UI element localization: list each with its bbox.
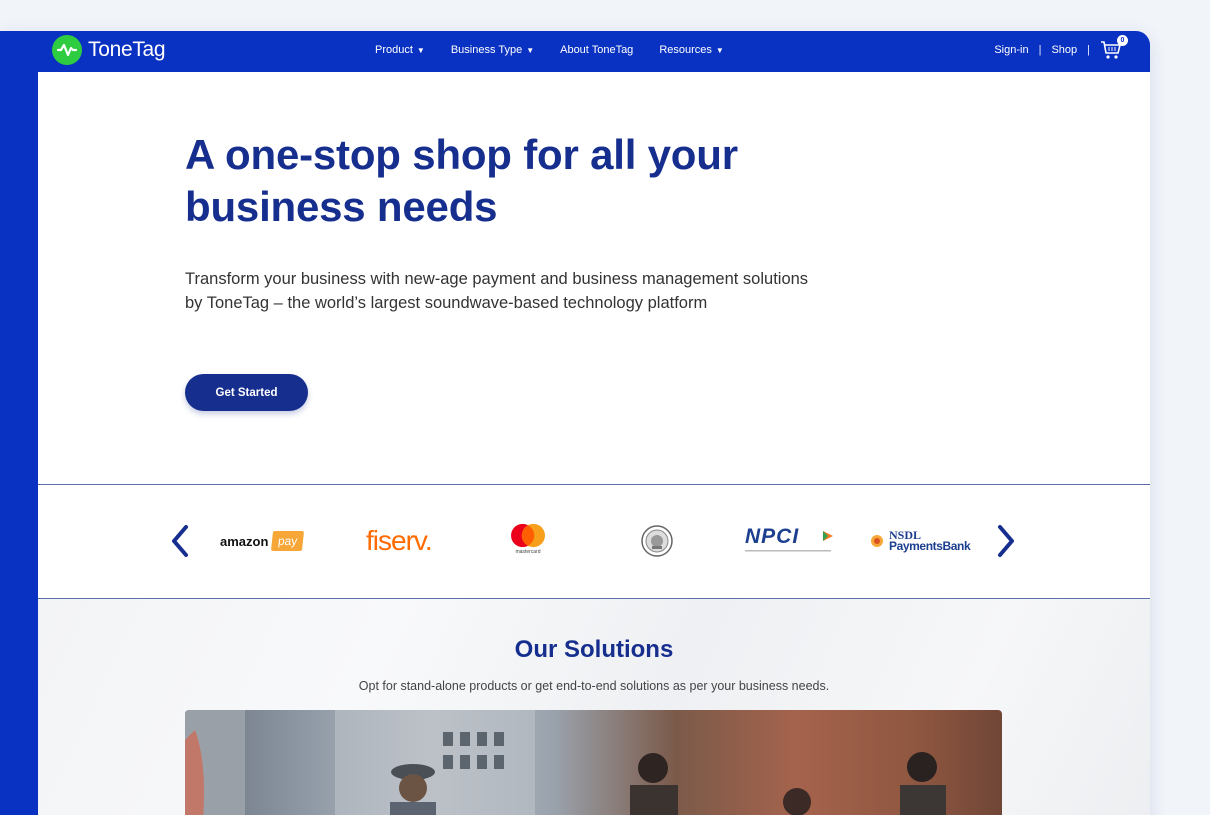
store-scene-illustration bbox=[185, 710, 946, 815]
mastercard-circles-icon bbox=[511, 523, 545, 548]
hero-title: A one-stop shop for all your business ne… bbox=[185, 131, 738, 230]
solutions-hero-image bbox=[185, 710, 1002, 815]
nsdl-emblem-icon bbox=[871, 535, 883, 547]
top-navbar: ToneTag Product ▼ Business Type ▼ About … bbox=[0, 31, 1150, 72]
nav-business-type[interactable]: Business Type ▼ bbox=[451, 44, 534, 56]
hero-section: A one-stop shop for all your business ne… bbox=[38, 72, 1150, 484]
chevron-down-icon: ▼ bbox=[416, 45, 425, 55]
amazon-pay-badge: pay bbox=[271, 531, 305, 551]
chevron-down-icon: ▼ bbox=[526, 45, 535, 55]
nav-separator: | bbox=[1087, 44, 1090, 56]
nav-resources-label: Resources bbox=[659, 44, 712, 56]
brand-name: ToneTag bbox=[88, 38, 166, 61]
nav-product[interactable]: Product ▼ bbox=[375, 44, 425, 56]
nav-about-label: About ToneTag bbox=[560, 44, 634, 56]
tonetag-logo[interactable]: ToneTag bbox=[52, 35, 166, 65]
solutions-section: Our Solutions Opt for stand-alone produc… bbox=[38, 599, 1150, 815]
nav-about[interactable]: About ToneTag bbox=[560, 44, 633, 56]
npci-logo: NPCI bbox=[745, 525, 833, 557]
mastercard-wordmark: mastercard bbox=[515, 549, 541, 555]
signin-link[interactable]: Sign-in bbox=[994, 44, 1028, 56]
nav-right: Sign-in | Shop | 0 bbox=[994, 35, 1128, 61]
npci-arrow-icon bbox=[823, 531, 833, 541]
npci-wordmark: NPCI bbox=[745, 525, 800, 548]
nav-product-label: Product bbox=[375, 44, 413, 56]
nav-separator: | bbox=[1038, 44, 1042, 56]
chevron-down-icon: ▼ bbox=[715, 45, 724, 55]
npci-subline bbox=[745, 550, 831, 552]
chevron-right-icon[interactable] bbox=[994, 523, 1018, 559]
partner-carousel: amazon pay fiserv. mastercard NPCI NSDL … bbox=[38, 484, 1150, 599]
solutions-title: Our Solutions bbox=[514, 636, 674, 663]
main-nav: Product ▼ Business Type ▼ About ToneTag … bbox=[375, 44, 724, 56]
browser-frame: ToneTag Product ▼ Business Type ▼ About … bbox=[0, 31, 1150, 815]
rbi-seal-logo bbox=[640, 525, 674, 557]
get-started-button[interactable]: Get Started bbox=[185, 374, 308, 411]
nav-business-type-label: Business Type bbox=[450, 44, 523, 56]
cart-button[interactable]: 0 bbox=[1100, 35, 1128, 61]
tonetag-wave-icon bbox=[52, 35, 82, 65]
mastercard-logo: mastercard bbox=[505, 523, 551, 555]
chevron-left-icon[interactable] bbox=[168, 523, 192, 559]
amazon-wordmark: amazon bbox=[220, 533, 269, 549]
shop-link[interactable]: Shop bbox=[1051, 44, 1077, 56]
amazon-pay-logo: amazon pay bbox=[220, 525, 305, 557]
nsdl-payments-bank-logo: NSDL PaymentsBank bbox=[869, 525, 971, 557]
nav-resources[interactable]: Resources ▼ bbox=[659, 44, 724, 56]
cart-count-badge: 0 bbox=[1117, 35, 1128, 46]
fiserv-logo: fiserv. bbox=[366, 525, 433, 556]
rbi-seal-icon bbox=[641, 525, 673, 557]
page-content: A one-stop shop for all your business ne… bbox=[38, 72, 1150, 815]
nsdl-payments-bank-wordmark: PaymentsBank bbox=[889, 539, 971, 553]
solutions-subtitle: Opt for stand-alone products or get end-… bbox=[358, 679, 830, 693]
hero-description: Transform your business with new-age pay… bbox=[185, 270, 809, 312]
